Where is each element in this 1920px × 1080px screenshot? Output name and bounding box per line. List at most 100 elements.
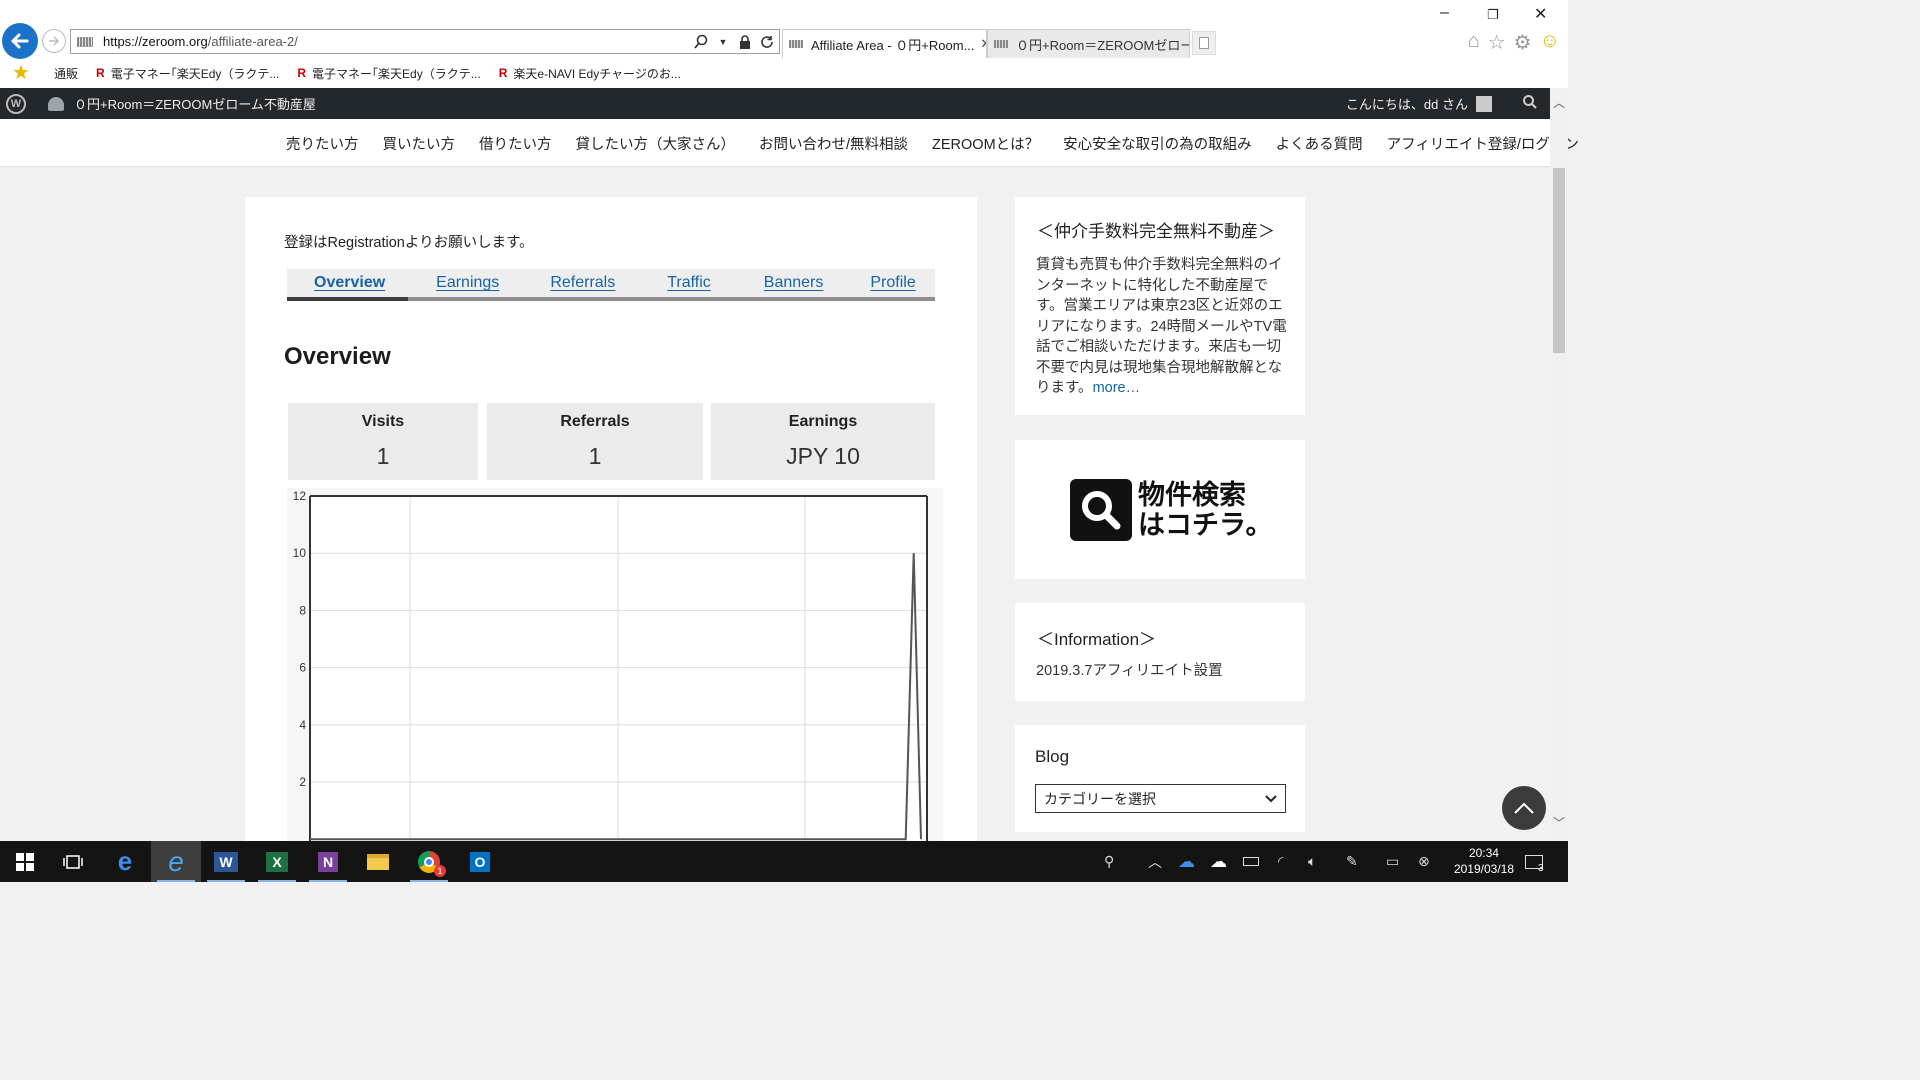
favorite-item[interactable]: R 電子マネー｢楽天Edy（ラクテ... [297, 65, 480, 82]
close-window-icon[interactable]: ✕ [1534, 4, 1547, 24]
nav-item-buy[interactable]: 買いたい方 [383, 133, 456, 154]
people-icon[interactable]: ⚲ [1104, 841, 1114, 882]
internet-explorer-icon[interactable]: e [151, 841, 201, 882]
stat-visits: Visits 1 [288, 403, 478, 480]
property-search-widget[interactable]: 物件検索 はコチラ。 [1015, 440, 1305, 579]
volume-icon[interactable]: 🔈︎ [1308, 841, 1316, 882]
refresh-icon[interactable] [757, 32, 777, 52]
blog-title: Blog [1035, 747, 1070, 766]
onedrive-personal-icon[interactable]: ☁ [1210, 841, 1227, 882]
tab-traffic[interactable]: Traffic [667, 274, 711, 292]
task-view-icon[interactable] [48, 841, 98, 882]
tab-close-icon[interactable]: ✕ [980, 36, 986, 52]
property-search-banner[interactable]: 物件検索 はコチラ。 [1070, 479, 1272, 541]
chrome-icon[interactable]: 1 [404, 841, 454, 882]
excel-icon[interactable]: X [252, 841, 302, 882]
more-link[interactable]: more… [1093, 380, 1141, 396]
scroll-up-icon[interactable]: ︿ [1553, 94, 1565, 111]
word-icon[interactable]: W [201, 841, 251, 882]
chart-svg: 12 10 8 6 4 2 [293, 489, 928, 896]
restore-icon[interactable]: ❐ [1487, 7, 1499, 23]
new-tab-icon [1199, 37, 1209, 49]
forward-button[interactable] [42, 29, 66, 53]
arrow-right-icon [49, 36, 60, 46]
stat-referrals: Referrals 1 [487, 403, 703, 480]
address-bar[interactable]: https://zeroom.org/affiliate-area-2/ ▼ [70, 29, 780, 54]
favorite-item[interactable]: R 楽天e-NAVI Edyチャージのお... [499, 65, 681, 82]
dropdown-chevron-icon[interactable]: ▼ [713, 32, 733, 52]
home-icon[interactable]: ⌂ [1468, 30, 1480, 55]
battery-icon[interactable] [1243, 841, 1259, 882]
chart-ytick-label: 10 [293, 546, 307, 560]
tab-zeroom-home[interactable]: ０円+Room＝ZEROOMゼローム... [987, 29, 1190, 58]
file-explorer-icon[interactable] [353, 841, 403, 882]
admin-bar-account[interactable]: こんにちは、dd さん [1346, 88, 1492, 119]
wordpress-logo-icon[interactable]: W [6, 93, 26, 114]
nav-item-sell[interactable]: 売りたい方 [286, 133, 359, 154]
nav-item-landlord[interactable]: 貸したい方（大家さん） [576, 133, 736, 154]
tab-earnings[interactable]: Earnings [436, 274, 499, 292]
nav-item-rent[interactable]: 借りたい方 [479, 133, 552, 154]
search-icon[interactable] [691, 32, 711, 52]
page-title: Overview [284, 343, 391, 370]
minimize-icon[interactable]: – [1440, 4, 1449, 22]
tab-favicon-icon [789, 40, 803, 48]
rakuten-icon: R [96, 66, 105, 80]
stat-value: JPY 10 [786, 443, 860, 469]
avatar [1476, 95, 1492, 112]
page-scrollbar[interactable]: ︿ ﹀ [1550, 88, 1568, 841]
dashboard-icon[interactable] [48, 96, 64, 111]
scroll-down-icon[interactable]: ﹀ [1553, 814, 1565, 831]
nav-item-about[interactable]: ZEROOMとは？ [932, 133, 1039, 154]
chevron-down-icon [1265, 794, 1277, 802]
back-to-top-button[interactable] [1502, 786, 1546, 830]
tab-banners[interactable]: Banners [764, 274, 824, 292]
start-button[interactable] [0, 841, 50, 882]
tab-overview[interactable]: Overview [314, 274, 385, 292]
tab-favicon-icon [994, 40, 1008, 48]
scrollbar-thumb[interactable] [1553, 168, 1565, 353]
favorite-label: 通販 [54, 66, 79, 81]
tab-profile[interactable]: Profile [870, 274, 915, 292]
clock[interactable]: 20:34 2019/03/18 [1454, 845, 1514, 877]
favorite-item[interactable]: R 電子マネー｢楽天Edy（ラクテ... [96, 65, 279, 82]
tab-referrals[interactable]: Referrals [550, 274, 615, 292]
ime-keyboard-icon[interactable]: ▭ [1386, 841, 1399, 882]
onenote-icon[interactable]: N [303, 841, 353, 882]
category-select[interactable]: カテゴリーを選択 [1035, 784, 1286, 813]
url-host: https://zeroom.org [103, 34, 208, 49]
ime-off-icon[interactable]: ⊗ [1418, 841, 1430, 882]
action-center-icon[interactable]: 3 [1525, 841, 1544, 882]
chrome-badge: 1 [434, 865, 446, 877]
intro-title: ＜仲介手数料完全無料不動産＞ [1037, 222, 1275, 241]
intro-body: 賃貸も売買も仲介手数料完全無料のインターネットに特化した不動産屋です。営業エリア… [1036, 257, 1287, 396]
admin-greeting: こんにちは、dd さん [1345, 97, 1468, 112]
edge-icon[interactable]: e [100, 841, 150, 882]
settings-gear-icon[interactable]: ⚙ [1514, 30, 1532, 55]
favorites-star-icon[interactable]: ☆ [1488, 30, 1506, 55]
favorite-item[interactable]: 通販 [54, 65, 78, 82]
back-button[interactable] [2, 23, 38, 59]
arrow-left-icon [11, 33, 29, 49]
admin-search-icon[interactable] [1522, 94, 1538, 114]
info-title: ＜Information＞ [1037, 630, 1157, 649]
smiley-feedback-icon[interactable]: ☺ [1540, 30, 1560, 55]
show-hidden-icons-icon[interactable]: ︿ [1148, 841, 1162, 882]
lock-icon[interactable] [735, 32, 755, 52]
chart-ytick-label: 2 [299, 775, 306, 789]
new-tab-button[interactable] [1192, 31, 1216, 55]
earnings-chart: 12 10 8 6 4 2 [287, 488, 943, 896]
outlook-icon[interactable]: O [455, 841, 505, 882]
nav-item-faq[interactable]: よくある質問 [1276, 133, 1363, 154]
nav-item-safety[interactable]: 安心安全な取引の為の取組み [1063, 133, 1252, 154]
onedrive-icon[interactable]: ☁ [1178, 841, 1195, 882]
rakuten-icon: R [297, 66, 307, 80]
wifi-icon[interactable]: ◜ [1278, 841, 1283, 882]
tab-affiliate-area[interactable]: Affiliate Area - ０円+Room... ✕ [782, 29, 987, 58]
nav-item-contact[interactable]: お問い合わせ/無料相談 [759, 133, 908, 154]
admin-bar-site-name[interactable]: ０円+Room＝ZEROOMゼローム不動産屋 [74, 94, 316, 113]
stat-label: Referrals [560, 413, 630, 430]
address-url[interactable]: https://zeroom.org/affiliate-area-2/ [103, 34, 691, 49]
pen-icon[interactable]: ✎ [1346, 841, 1358, 882]
favorites-add-icon[interactable]: ★ [12, 62, 34, 84]
